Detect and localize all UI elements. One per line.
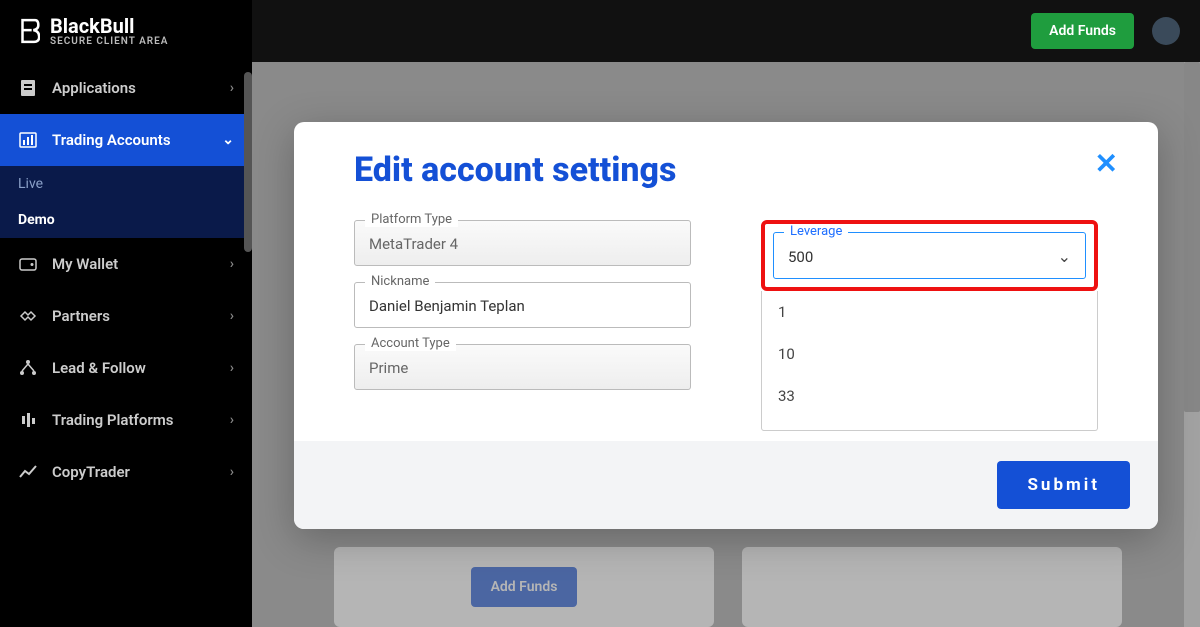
brand-name: BlackBull [50,16,168,36]
chart-icon [18,130,38,150]
submit-button[interactable]: Submit [997,461,1130,509]
trend-icon [18,462,38,482]
wallet-icon [18,254,38,274]
sidebar-sub-demo[interactable]: Demo [0,202,252,238]
sidebar-item-label: My Wallet [52,255,118,273]
topbar: BlackBull SECURE CLIENT AREA Add Funds [0,0,1200,62]
close-button[interactable]: ✕ [1095,150,1118,178]
nickname-field[interactable]: Nickname Daniel Benjamin Teplan [354,282,691,328]
field-label: Nickname [365,274,435,289]
sidebar-item-copytrader[interactable]: CopyTrader › [0,446,252,498]
chevron-down-icon: ⌄ [222,132,234,148]
modal-title: Edit account settings [354,150,677,190]
brand-tagline: SECURE CLIENT AREA [50,36,168,47]
modal-overlay: Edit account settings ✕ Platform Type Me… [252,62,1200,627]
chevron-right-icon: › [230,256,234,272]
leverage-option[interactable]: 33 [762,375,1097,417]
sidebar-item-trading-accounts[interactable]: Trading Accounts ⌄ [0,114,252,166]
sidebar-item-applications[interactable]: Applications › [0,62,252,114]
sidebar-item-label: Partners [52,307,110,325]
field-label: Account Type [365,336,456,351]
sidebar-item-label: CopyTrader [52,463,130,481]
field-label: Leverage [784,224,848,239]
chevron-right-icon: › [230,360,234,376]
sidebar-item-label: Trading Accounts [52,131,171,149]
sidebar-item-label: Applications [52,79,136,97]
chevron-down-icon: ⌄ [1058,247,1071,266]
field-value: Prime [369,359,676,377]
close-icon: ✕ [1095,147,1118,180]
chevron-right-icon: › [230,80,234,96]
sidebar-sub-live[interactable]: Live [0,166,252,202]
field-value: 500 [788,248,813,266]
leverage-select[interactable]: Leverage 500 ⌄ [773,232,1086,279]
sidebar: Applications › Trading Accounts ⌄ Live D… [0,62,252,627]
field-label: Platform Type [365,212,458,227]
logo[interactable]: BlackBull SECURE CLIENT AREA [0,0,252,62]
sidebar-item-lead-follow[interactable]: Lead & Follow › [0,342,252,394]
leverage-dropdown: 1 10 33 50 [761,291,1098,431]
add-funds-button-top[interactable]: Add Funds [1031,13,1134,49]
document-icon [18,78,38,98]
field-value: Daniel Benjamin Teplan [369,297,676,315]
sidebar-item-my-wallet[interactable]: My Wallet › [0,238,252,290]
chevron-right-icon: › [230,464,234,480]
platform-type-field: Platform Type MetaTrader 4 [354,220,691,266]
modal-footer: Submit [294,441,1158,529]
sidebar-item-label: Trading Platforms [52,411,173,429]
sidebar-item-label: Lead & Follow [52,359,146,377]
edit-account-modal: Edit account settings ✕ Platform Type Me… [294,122,1158,529]
network-icon [18,358,38,378]
account-type-field: Account Type Prime [354,344,691,390]
chevron-right-icon: › [230,412,234,428]
handshake-icon [18,306,38,326]
leverage-option[interactable]: 50 [762,417,1097,431]
sidebar-item-partners[interactable]: Partners › [0,290,252,342]
avatar[interactable] [1152,17,1180,45]
field-value: MetaTrader 4 [369,235,676,253]
leverage-highlight: Leverage 500 ⌄ [761,220,1098,291]
leverage-option[interactable]: 1 [762,291,1097,333]
leverage-option[interactable]: 10 [762,333,1097,375]
logo-icon [20,21,40,41]
sidebar-item-trading-platforms[interactable]: Trading Platforms › [0,394,252,446]
sidebar-scrollbar[interactable] [244,72,252,252]
chevron-right-icon: › [230,308,234,324]
candles-icon [18,410,38,430]
